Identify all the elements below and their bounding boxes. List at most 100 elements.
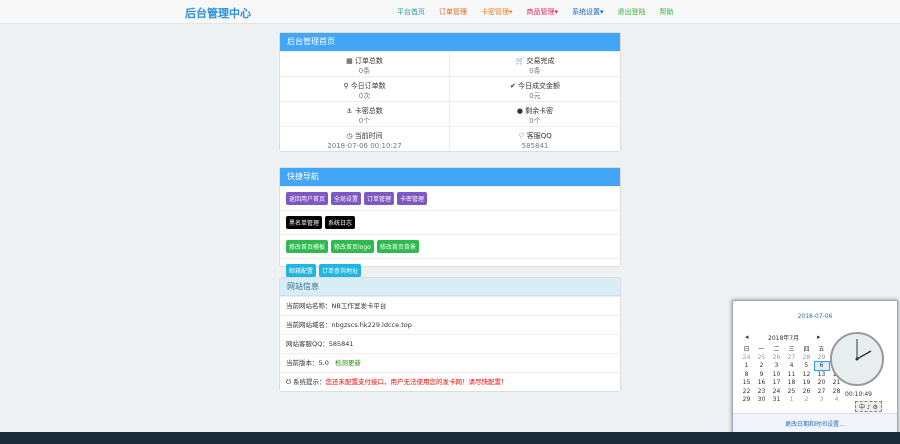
calendar-day[interactable]: 25 [784, 387, 799, 396]
value: nbgzscs.hk229.ldcce.top [331, 321, 412, 329]
calendar-day[interactable]: 1 [784, 396, 799, 405]
calendar-day[interactable]: 11 [784, 370, 799, 379]
stat-label-text: 交易完成 [526, 57, 555, 65]
nav-item[interactable]: 卡密管理▾ [481, 7, 513, 17]
stat-cell: ♡ 客服QQ 585841 [450, 126, 620, 151]
calendar-month[interactable]: 2018年7月 [768, 333, 799, 342]
calendar-popup: 2018-07-06 ◂ 2018年7月 ▸ 日一二三四五六2425262728… [732, 300, 898, 436]
calendar-day[interactable]: 6 [813, 361, 830, 371]
calendar-day[interactable]: 22 [739, 387, 754, 396]
prev-month-icon[interactable]: ◂ [745, 333, 749, 341]
stat-icon: 🛒 [515, 57, 525, 65]
calendar-day[interactable]: 27 [814, 387, 829, 396]
quick-nav-row: 返回用户首页 全局设置 订单管理 卡密管理 [280, 186, 620, 210]
stat-value: 0条 [358, 67, 371, 75]
quick-nav-row: 修改首页模板 修改首页logo 修改首页背景 [280, 234, 620, 258]
nav-menu: 平台首页 订单管理 卡密管理▾ 商品管理▾ 系统设置▾ 退出登陆 帮助 [397, 7, 674, 17]
ime-toolbar[interactable]: 中 ♪ ⚙ [855, 401, 883, 412]
check-update-link[interactable]: 检测更新 [335, 359, 361, 367]
calendar-day[interactable]: 5 [799, 362, 814, 371]
quick-nav-button[interactable]: 修改首页背景 [376, 240, 419, 253]
stat-value: 0个 [358, 117, 371, 125]
quick-nav-button[interactable]: 邮箱配置 [286, 264, 317, 277]
quick-nav-row: 黑名单管理 系统日志 [280, 210, 620, 234]
calendar-day[interactable]: 26 [799, 387, 814, 396]
panel-title: 网站信息 [280, 278, 620, 296]
quick-nav-button[interactable]: 订单查询地址 [319, 264, 362, 277]
label: 当前网站域名： [286, 321, 332, 329]
calendar-day[interactable]: 4 [829, 396, 844, 405]
quick-nav-button[interactable]: 系统日志 [325, 216, 356, 229]
stat-label: ♡ 客服QQ [450, 131, 620, 141]
magnet-icon: Ʊ [286, 378, 294, 386]
nav-item[interactable]: 商品管理▾ [527, 7, 559, 17]
stat-label-text: 客服QQ [526, 132, 552, 140]
label: 系统提示： [293, 378, 326, 386]
calendar-day[interactable]: 17 [769, 379, 784, 388]
calendar-day[interactable]: 29 [739, 396, 754, 405]
calendar-day[interactable]: 3 [769, 362, 784, 371]
nav-item[interactable]: 帮助 [660, 7, 674, 17]
stat-label: ⚲ 今日订单数 [280, 81, 449, 91]
nav-item[interactable]: 退出登陆 [618, 7, 646, 17]
stat-value: 0元 [529, 92, 541, 100]
calendar-day[interactable]: 1 [739, 362, 754, 371]
stat-icon: ◷ [346, 132, 353, 140]
quick-nav-button[interactable]: 黑名单管理 [286, 216, 323, 229]
calendar-day[interactable]: 2 [799, 396, 814, 405]
quick-nav-panel: 快捷导航 返回用户首页 全局设置 订单管理 卡密管理 黑名单管理 系统日志 修改首页模板 修改… [279, 167, 621, 277]
site-qq-row: 网站客服QQ：585841 [280, 334, 620, 353]
calendar-day[interactable]: 8 [739, 370, 754, 379]
stat-cell: ▦ 订单总数 0条 [280, 51, 450, 76]
calendar-day[interactable]: 4 [784, 362, 799, 371]
calendar-day[interactable]: 20 [814, 379, 829, 388]
calendar-day[interactable]: 19 [799, 379, 814, 388]
stat-label-text: 剩余卡密 [525, 107, 554, 115]
quick-nav-button[interactable]: 全局设置 [331, 192, 362, 205]
nav-item[interactable]: 订单管理 [439, 7, 467, 17]
stat-label-text: 今日成交金额 [518, 82, 561, 90]
site-domain-row: 当前网站域名：nbgzscs.hk229.ldcce.top [280, 315, 620, 334]
stat-cell: ✔ 今日成交金额 0元 [450, 76, 620, 101]
stat-icon: ♡ [518, 132, 525, 140]
calendar-day[interactable]: 28 [829, 387, 844, 396]
calendar-day[interactable]: 16 [754, 379, 769, 388]
stat-icon: ✔ [509, 82, 516, 90]
value: 585841 [328, 340, 354, 348]
calendar-day[interactable]: 2 [754, 362, 769, 371]
label: 当前网站名称： [286, 302, 332, 310]
calendar-day[interactable]: 24 [739, 353, 754, 362]
calendar-day[interactable]: 27 [784, 353, 799, 362]
calendar-day[interactable]: 12 [799, 370, 814, 379]
stat-label: ◷ 当前时间 [280, 131, 449, 141]
weekday-header: 四 [803, 346, 810, 353]
brand-title[interactable]: 后台管理中心 [185, 5, 251, 21]
calendar-day[interactable]: 15 [739, 379, 754, 388]
quick-nav-button[interactable]: 卡密管理 [397, 192, 428, 205]
calendar-day[interactable]: 13 [814, 370, 829, 379]
calendar-day[interactable]: 9 [754, 370, 769, 379]
calendar-day[interactable]: 3 [814, 396, 829, 405]
calendar-day[interactable]: 31 [769, 396, 784, 405]
quick-nav-button[interactable]: 修改首页模板 [286, 240, 329, 253]
version-row: 当前版本：5.0 检测更新 [280, 353, 620, 372]
calendar-day[interactable]: 18 [784, 379, 799, 388]
quick-nav-button[interactable]: 订单管理 [364, 192, 395, 205]
value: 5.0 [318, 359, 329, 367]
nav-item[interactable]: 系统设置▾ [572, 7, 604, 17]
nav-item[interactable]: 平台首页 [397, 7, 425, 17]
calendar-day[interactable]: 29 [814, 353, 829, 362]
calendar-day[interactable]: 30 [754, 396, 769, 405]
clock-time: 00:10:49 [845, 391, 872, 398]
next-month-icon[interactable]: ▸ [817, 333, 821, 341]
quick-nav-button[interactable]: 修改首页logo [331, 240, 374, 253]
calendar-day[interactable]: 26 [769, 353, 784, 362]
quick-nav-button[interactable]: 返回用户首页 [286, 192, 329, 205]
calendar-day[interactable]: 24 [769, 387, 784, 396]
tip-text: 您还未配置支付接口，用户无法使用您的发卡网！请尽快配置！ [325, 378, 508, 386]
calendar-day[interactable]: 25 [754, 353, 769, 362]
calendar-day[interactable]: 10 [769, 370, 784, 379]
calendar-day[interactable]: 23 [754, 387, 769, 396]
calendar-date[interactable]: 2018-07-06 [733, 313, 897, 320]
calendar-day[interactable]: 28 [799, 353, 814, 362]
